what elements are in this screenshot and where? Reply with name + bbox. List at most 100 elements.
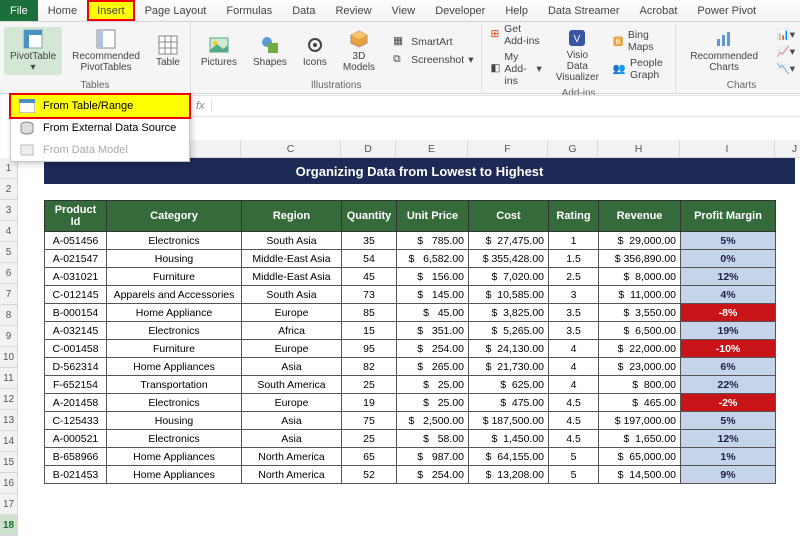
table-row[interactable]: C-012145Apparels and AccessoriesSouth As… bbox=[45, 286, 776, 304]
row-header-4[interactable]: 4 bbox=[0, 221, 18, 242]
row-header-17[interactable]: 17 bbox=[0, 494, 18, 515]
smartart-icon: ▦ bbox=[393, 35, 407, 49]
row-header-13[interactable]: 13 bbox=[0, 410, 18, 431]
smartart-button[interactable]: ▦SmartArt bbox=[389, 34, 477, 50]
screenshot-button[interactable]: ⧉Screenshot ▾ bbox=[389, 52, 477, 68]
header-4[interactable]: Unit Price bbox=[397, 201, 469, 232]
table-row[interactable]: A-021547HousingMiddle-East Asia54$ 6,582… bbox=[45, 250, 776, 268]
header-2[interactable]: Region bbox=[242, 201, 342, 232]
from-data-model-item: From Data Model bbox=[11, 139, 189, 161]
table-row[interactable]: F-652154TransportationSouth America25$ 2… bbox=[45, 376, 776, 394]
visio-icon: V bbox=[567, 28, 587, 48]
tab-home[interactable]: Home bbox=[38, 0, 87, 21]
tab-review[interactable]: Review bbox=[325, 0, 381, 21]
row-header-9[interactable]: 9 bbox=[0, 326, 18, 347]
row-header-3[interactable]: 3 bbox=[0, 200, 18, 221]
header-0[interactable]: Product Id bbox=[45, 201, 107, 232]
row-header-10[interactable]: 10 bbox=[0, 347, 18, 368]
table-label: Table bbox=[156, 57, 180, 68]
from-external-item[interactable]: From External Data Source bbox=[11, 117, 189, 139]
tab-acrobat[interactable]: Acrobat bbox=[630, 0, 688, 21]
row-header-18[interactable]: 18 bbox=[0, 515, 18, 536]
tab-help[interactable]: Help bbox=[495, 0, 538, 21]
tab-data[interactable]: Data bbox=[282, 0, 325, 21]
table-row[interactable]: A-031021FurnitureMiddle-East Asia45$ 156… bbox=[45, 268, 776, 286]
header-5[interactable]: Cost bbox=[469, 201, 549, 232]
tab-insert[interactable]: Insert bbox=[87, 0, 135, 21]
chart-type-1[interactable]: 📊▾ bbox=[773, 27, 800, 42]
people-graph-button[interactable]: 👥People Graph bbox=[609, 56, 671, 82]
recommended-pivottables-button[interactable]: Recommended PivotTables bbox=[66, 27, 146, 75]
bing-maps-button[interactable]: 🅱Bing Maps bbox=[609, 28, 671, 54]
table-row[interactable]: C-125433HousingAsia75$ 2,500.00$ 187,500… bbox=[45, 412, 776, 430]
header-3[interactable]: Quantity bbox=[342, 201, 397, 232]
shapes-button[interactable]: Shapes bbox=[247, 33, 293, 70]
header-7[interactable]: Revenue bbox=[599, 201, 681, 232]
table-row[interactable]: B-000154Home ApplianceEurope85$ 45.00$ 3… bbox=[45, 304, 776, 322]
from-table-range-item[interactable]: From Table/Range bbox=[9, 93, 191, 119]
row-header-16[interactable]: 16 bbox=[0, 473, 18, 494]
row-headers: 123456789101112131415161718 bbox=[0, 158, 18, 536]
get-addins-button[interactable]: ⊞Get Add-ins bbox=[486, 22, 545, 48]
col-header-H[interactable]: H bbox=[598, 140, 680, 158]
from-table-icon bbox=[19, 99, 35, 113]
table-row[interactable]: B-021453Home AppliancesNorth America52$ … bbox=[45, 466, 776, 484]
chart-type-3[interactable]: 📉▾ bbox=[773, 61, 800, 76]
header-1[interactable]: Category bbox=[107, 201, 242, 232]
pictures-button[interactable]: Pictures bbox=[195, 33, 243, 70]
row-header-15[interactable]: 15 bbox=[0, 452, 18, 473]
table-row[interactable]: B-658966Home AppliancesNorth America65$ … bbox=[45, 448, 776, 466]
col-header-J[interactable]: J bbox=[775, 140, 800, 158]
people-icon: 👥 bbox=[613, 62, 626, 76]
tab-formulas[interactable]: Formulas bbox=[216, 0, 282, 21]
row-header-12[interactable]: 12 bbox=[0, 389, 18, 410]
header-6[interactable]: Rating bbox=[549, 201, 599, 232]
tab-page-layout[interactable]: Page Layout bbox=[135, 0, 217, 21]
table-row[interactable]: A-032145ElectronicsAfrica15$ 351.00$ 5,2… bbox=[45, 322, 776, 340]
row-header-5[interactable]: 5 bbox=[0, 242, 18, 263]
worksheet[interactable]: Organizing Data from Lowest to Highest P… bbox=[18, 158, 800, 484]
col-header-I[interactable]: I bbox=[680, 140, 775, 158]
my-addins-button[interactable]: ◧My Add-ins ▾ bbox=[486, 50, 545, 88]
fx-icon[interactable]: fx bbox=[190, 100, 212, 112]
col-header-G[interactable]: G bbox=[548, 140, 598, 158]
row-header-6[interactable]: 6 bbox=[0, 263, 18, 284]
table-row[interactable]: C-001458FurnitureEurope95$ 254.00$ 24,13… bbox=[45, 340, 776, 358]
icons-button[interactable]: Icons bbox=[297, 33, 333, 70]
row-header-11[interactable]: 11 bbox=[0, 368, 18, 389]
col-header-C[interactable]: C bbox=[241, 140, 341, 158]
col-header-F[interactable]: F bbox=[468, 140, 548, 158]
row-header-8[interactable]: 8 bbox=[0, 305, 18, 326]
chevron-down-icon: ▾ bbox=[31, 62, 36, 73]
row-header-14[interactable]: 14 bbox=[0, 431, 18, 452]
visio-button[interactable]: V Visio Data Visualizer bbox=[550, 26, 605, 85]
svg-text:V: V bbox=[574, 34, 581, 45]
chart-type-2[interactable]: 📈▾ bbox=[773, 44, 800, 59]
header-8[interactable]: Profit Margin bbox=[681, 201, 776, 232]
table-button[interactable]: Table bbox=[150, 33, 186, 70]
table-row[interactable]: D-562314Home AppliancesAsia82$ 265.00$ 2… bbox=[45, 358, 776, 376]
tab-developer[interactable]: Developer bbox=[425, 0, 495, 21]
tab-view[interactable]: View bbox=[382, 0, 426, 21]
tab-data-streamer[interactable]: Data Streamer bbox=[538, 0, 630, 21]
3d-models-button[interactable]: 3D Models bbox=[337, 27, 381, 75]
get-addins-label: Get Add-ins bbox=[504, 23, 542, 47]
col-header-D[interactable]: D bbox=[341, 140, 396, 158]
tab-power-pivot[interactable]: Power Pivot bbox=[687, 0, 766, 21]
table-row[interactable]: A-051456ElectronicsSouth Asia35$ 785.00$… bbox=[45, 232, 776, 250]
pivottable-button[interactable]: PivotTable ▾ bbox=[4, 27, 62, 75]
formula-bar: fx bbox=[190, 95, 800, 117]
my-addins-label: My Add-ins bbox=[504, 51, 532, 87]
row-header-2[interactable]: 2 bbox=[0, 179, 18, 200]
tab-file[interactable]: File bbox=[0, 0, 38, 21]
row-header-7[interactable]: 7 bbox=[0, 284, 18, 305]
col-header-E[interactable]: E bbox=[396, 140, 468, 158]
rec-pivot-icon bbox=[96, 29, 116, 49]
formula-input[interactable] bbox=[212, 99, 800, 114]
recommended-charts-button[interactable]: Recommended Charts bbox=[680, 27, 769, 75]
table-row[interactable]: A-000521ElectronicsAsia25$ 58.00$ 1,450.… bbox=[45, 430, 776, 448]
from-external-label: From External Data Source bbox=[43, 122, 176, 134]
pivottable-label: PivotTable bbox=[10, 51, 56, 62]
group-tables: PivotTable ▾ Recommended PivotTables Tab… bbox=[0, 22, 191, 93]
table-row[interactable]: A-201458ElectronicsEurope19$ 25.00$ 475.… bbox=[45, 394, 776, 412]
